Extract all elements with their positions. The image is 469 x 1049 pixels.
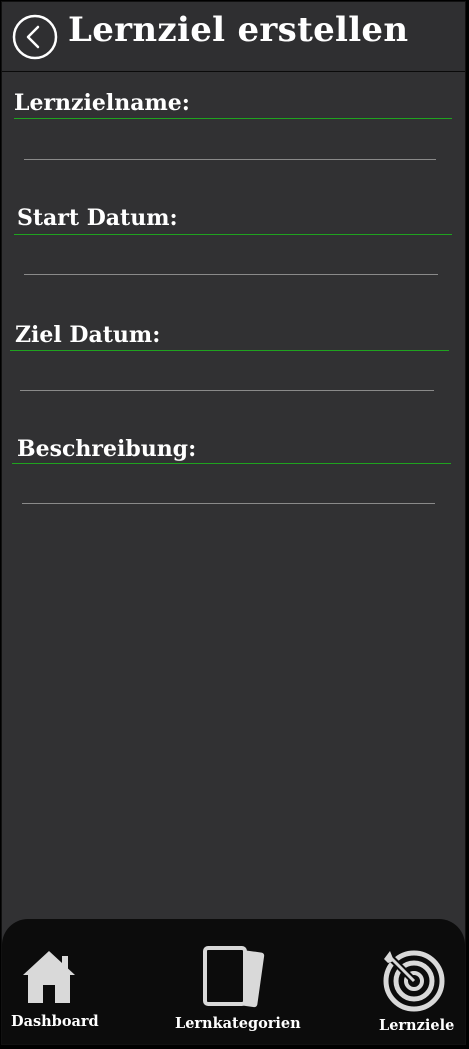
chevron-left-circle-icon — [12, 14, 58, 60]
back-button[interactable] — [12, 14, 58, 60]
end-date-label: Ziel Datum: — [15, 322, 161, 348]
nav-dashboard[interactable]: Dashboard — [2, 919, 102, 1044]
target-icon — [383, 950, 445, 1012]
start-date-label: Start Datum: — [17, 205, 178, 231]
goal-name-label: Lernzielname: — [14, 90, 190, 116]
nav-categories[interactable]: Lernkategorien — [167, 919, 302, 1044]
divider — [14, 118, 452, 119]
divider — [14, 234, 452, 235]
home-icon — [23, 951, 75, 1003]
nav-dashboard-label: Dashboard — [11, 1013, 99, 1030]
app-header: Lernziel erstellen — [2, 2, 465, 72]
app-screen: Lernziel erstellen Lernzielname: Start D… — [1, 1, 466, 1045]
description-input[interactable] — [22, 479, 435, 504]
description-label: Beschreibung: — [17, 436, 197, 462]
start-date-input[interactable] — [24, 250, 438, 275]
goal-name-input[interactable] — [24, 135, 436, 160]
bottom-navigation: Dashboard Lernkategorien Lernziele — [2, 919, 465, 1044]
nav-goals[interactable]: Lernziele — [362, 919, 462, 1044]
page-title: Lernziel erstellen — [68, 10, 409, 50]
divider — [12, 463, 451, 464]
nav-goals-label: Lernziele — [379, 1017, 455, 1034]
end-date-input[interactable] — [20, 366, 434, 391]
divider — [10, 350, 449, 351]
nav-categories-label: Lernkategorien — [175, 1015, 301, 1032]
cards-icon — [203, 946, 265, 1008]
